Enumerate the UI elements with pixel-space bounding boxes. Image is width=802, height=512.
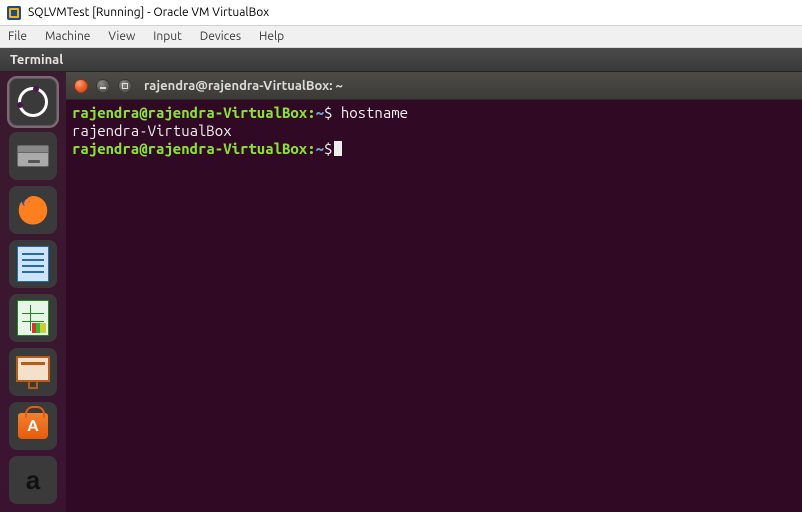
- terminal-body[interactable]: rajendra@rajendra-VirtualBox:~$ hostname…: [66, 100, 802, 162]
- amazon-icon: a: [26, 465, 40, 496]
- menu-help[interactable]: Help: [259, 30, 284, 43]
- menu-input[interactable]: Input: [153, 30, 182, 43]
- ubuntu-logo-icon: [18, 87, 48, 117]
- prompt-symbol-2: $: [324, 140, 332, 157]
- prompt-user-host: rajendra@rajendra-VirtualBox: [72, 104, 307, 121]
- prompt-path: ~: [316, 104, 324, 121]
- writer-icon: [17, 246, 49, 282]
- calc-icon: [17, 300, 49, 336]
- virtualbox-logo-icon: [6, 5, 22, 21]
- window-minimize-button[interactable]: [96, 79, 110, 93]
- launcher-ubuntu-software[interactable]: [9, 402, 57, 450]
- launcher-amazon[interactable]: a: [9, 456, 57, 504]
- launcher-impress[interactable]: [9, 348, 57, 396]
- terminal-cursor: [334, 141, 342, 156]
- window-close-button[interactable]: [74, 79, 88, 93]
- launcher-firefox[interactable]: [9, 186, 57, 234]
- firefox-icon: [14, 190, 52, 231]
- prompt-user-host-2: rajendra@rajendra-VirtualBox: [72, 140, 307, 157]
- terminal-titlebar[interactable]: rajendra@rajendra-VirtualBox: ~: [66, 72, 802, 100]
- virtualbox-menubar: File Machine View Input Devices Help: [0, 26, 802, 48]
- launcher-files[interactable]: [9, 132, 57, 180]
- launcher-writer[interactable]: [9, 240, 57, 288]
- terminal-title: rajendra@rajendra-VirtualBox: ~: [144, 79, 343, 93]
- impress-icon: [16, 356, 50, 389]
- unity-top-panel[interactable]: Terminal: [0, 48, 802, 72]
- files-icon: [17, 145, 49, 167]
- output-1: rajendra-VirtualBox: [72, 122, 232, 139]
- prompt-symbol: $: [324, 104, 332, 121]
- prompt-path-2: ~: [316, 140, 324, 157]
- menu-file[interactable]: File: [8, 30, 27, 43]
- virtualbox-window-title: SQLVMTest [Running] - Oracle VM VirtualB…: [28, 6, 269, 19]
- launcher-calc[interactable]: [9, 294, 57, 342]
- unity-launcher: a: [0, 72, 66, 512]
- menu-view[interactable]: View: [108, 30, 135, 43]
- active-app-title: Terminal: [10, 53, 63, 67]
- virtualbox-titlebar[interactable]: SQLVMTest [Running] - Oracle VM VirtualB…: [0, 0, 802, 26]
- shopping-bag-icon: [18, 413, 48, 439]
- menu-devices[interactable]: Devices: [200, 30, 241, 43]
- guest-desktop: Terminal a: [0, 48, 802, 512]
- terminal-window: rajendra@rajendra-VirtualBox: ~ rajendra…: [66, 72, 802, 512]
- window-maximize-button[interactable]: [118, 79, 132, 93]
- menu-machine[interactable]: Machine: [45, 30, 90, 43]
- launcher-dash[interactable]: [9, 78, 57, 126]
- command-1: hostname: [341, 104, 408, 121]
